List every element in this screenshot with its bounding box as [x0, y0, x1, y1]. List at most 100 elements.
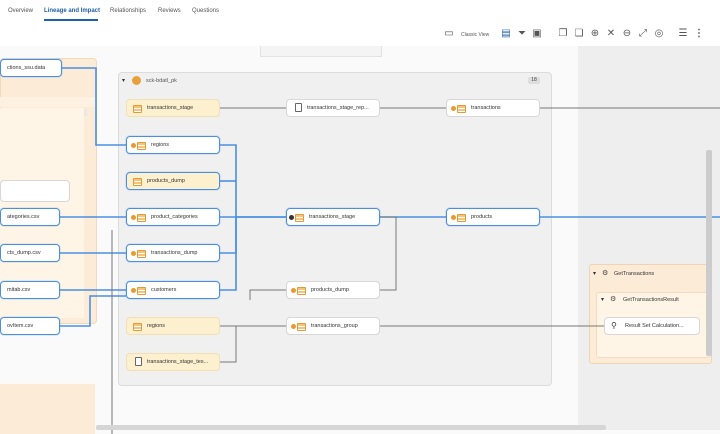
- node-label: cts_dump.csv: [7, 250, 41, 256]
- table-icon: [295, 214, 304, 222]
- column-dot-icon: [131, 251, 136, 256]
- node-label: products_dump: [147, 178, 185, 184]
- tx-inner-title: GetTransactionsResult: [623, 297, 679, 303]
- column-dot-icon: [291, 288, 296, 293]
- cursor-pointer-icon: [289, 215, 294, 220]
- filter-icon[interactable]: ⏷: [516, 28, 528, 40]
- classic-view-label[interactable]: Classic View: [461, 32, 489, 38]
- node-label: products: [471, 214, 493, 220]
- column-dot-icon: [291, 324, 296, 329]
- node-regions[interactable]: regions: [126, 136, 220, 154]
- node-label: transactions_group: [311, 323, 358, 329]
- node-transactions-stage-mid[interactable]: transactions_stage: [286, 208, 380, 226]
- table-icon: [297, 287, 306, 295]
- table-icon: [133, 178, 142, 186]
- tab-questions[interactable]: Questions: [192, 8, 219, 14]
- node-transactions-group[interactable]: transactions_group: [286, 317, 380, 335]
- node-left-dump[interactable]: cts_dump.csv: [0, 244, 60, 262]
- node-transactions-stage-rep[interactable]: transactions_stage_rep...: [286, 99, 380, 117]
- center-icon[interactable]: ◎: [653, 28, 665, 40]
- node-left-tab2[interactable]: ovItem.csv: [0, 317, 60, 335]
- table-icon: [133, 323, 142, 331]
- table-icon: [133, 105, 142, 113]
- group-count-badge: 18: [528, 77, 540, 84]
- table-icon: [137, 287, 146, 295]
- active-tab-indicator: [44, 19, 98, 21]
- node-label: customers: [151, 287, 177, 293]
- group-title: sck-bdatl_pk: [146, 78, 177, 84]
- node-label: mitab.csv: [7, 287, 31, 293]
- node-label: regions: [151, 142, 170, 148]
- node-label: transactions_dump: [151, 250, 198, 256]
- node-left-tab[interactable]: mitab.csv: [0, 281, 60, 299]
- node-label: ategories.csv: [7, 214, 40, 220]
- node-label: transactions: [471, 105, 501, 111]
- tab-bar: Overview Lineage and Impact Relationship…: [0, 0, 720, 23]
- zoom-in-icon[interactable]: ⊕: [589, 28, 601, 40]
- right-panel: [578, 46, 720, 430]
- schema-group: [118, 72, 552, 386]
- table-icon: [137, 142, 146, 150]
- node-product-categories[interactable]: product_categories: [126, 208, 220, 226]
- node-products-dump[interactable]: products_dump: [126, 172, 220, 190]
- table-icon: [457, 105, 466, 113]
- column-dot-icon: [131, 143, 136, 148]
- left-panel-header: [0, 97, 95, 107]
- classic-view-icon[interactable]: ▭: [443, 28, 455, 40]
- layers-icon[interactable]: ☰: [677, 28, 689, 40]
- lineage-toolbar: ▭ Classic View ▤ ⏷ ▣ ❐ ❏ ⊕ ✕ ⊖ ⤢ ◎ ☰ ⋮: [0, 22, 720, 46]
- procedure-icon: ⚙: [602, 270, 609, 277]
- table-icon: [297, 323, 306, 331]
- node-customers[interactable]: customers: [126, 281, 220, 299]
- top-node-stub: [260, 46, 382, 57]
- tx-group-title: GetTransactions: [614, 271, 655, 277]
- left-bottom-panel: [0, 384, 95, 434]
- tab-relationships[interactable]: Relationships: [110, 8, 146, 14]
- column-dot-icon: [131, 288, 136, 293]
- node-label: ctions_ssu.data: [7, 65, 46, 71]
- more-menu-icon[interactable]: ⋮: [693, 28, 705, 40]
- node-label: Result Set Calculation...: [625, 323, 684, 329]
- node-left-partial[interactable]: [0, 180, 70, 202]
- tab-lineage-and-impact[interactable]: Lineage and Impact: [44, 8, 100, 14]
- column-dot-icon: [451, 215, 456, 220]
- node-products-dump-2[interactable]: products_dump: [286, 281, 380, 299]
- vertical-scrollbar[interactable]: [706, 150, 712, 356]
- fit-view-icon[interactable]: ⤢: [637, 28, 649, 40]
- node-label: products_dump: [311, 287, 349, 293]
- node-transactions-dump[interactable]: transactions_dump: [126, 244, 220, 262]
- column-dot-icon: [131, 215, 136, 220]
- node-transactions[interactable]: transactions: [446, 99, 540, 117]
- node-label: regions: [147, 323, 166, 329]
- node-products[interactable]: products: [446, 208, 540, 226]
- tab-reviews[interactable]: Reviews: [158, 8, 181, 14]
- tab-overview[interactable]: Overview: [8, 8, 33, 14]
- zoom-out-icon[interactable]: ⊖: [621, 28, 633, 40]
- table-icon: [137, 214, 146, 222]
- node-transactions-stage-top[interactable]: transactions_stage: [126, 99, 220, 117]
- copy-icon[interactable]: ❐: [557, 28, 569, 40]
- collapse-icon[interactable]: ✕: [605, 28, 617, 40]
- tx-group-caret[interactable]: ▾: [593, 270, 596, 277]
- table-icon: [457, 214, 466, 222]
- node-transactions-stage-tes[interactable]: transactions_stage_tes...: [126, 353, 220, 371]
- group-collapse-caret[interactable]: ▾: [122, 77, 125, 84]
- save-icon[interactable]: ▣: [531, 28, 543, 40]
- node-label: transactions_stage: [309, 214, 356, 220]
- paste-icon[interactable]: ❏: [573, 28, 585, 40]
- node-label: transactions_stage_tes...: [147, 359, 209, 365]
- node-left-categories[interactable]: ategories.csv: [0, 208, 60, 226]
- node-regions-2[interactable]: regions: [126, 317, 220, 335]
- document-icon[interactable]: ▤: [500, 28, 512, 40]
- result-procedure-icon: ⚙: [610, 296, 617, 303]
- column-dot-icon: [451, 106, 456, 111]
- node-result-set-calculation[interactable]: ⚲ Result Set Calculation...: [604, 317, 700, 335]
- file-icon: [135, 357, 142, 366]
- table-icon: [137, 250, 146, 258]
- node-label: transactions_stage: [147, 105, 194, 111]
- node-label: product_categories: [151, 214, 198, 220]
- node-left-top[interactable]: ctions_ssu.data: [0, 59, 62, 77]
- horizontal-scrollbar[interactable]: [96, 425, 606, 430]
- group-schema-icon: [132, 76, 141, 85]
- tx-inner-caret[interactable]: ▾: [601, 296, 604, 303]
